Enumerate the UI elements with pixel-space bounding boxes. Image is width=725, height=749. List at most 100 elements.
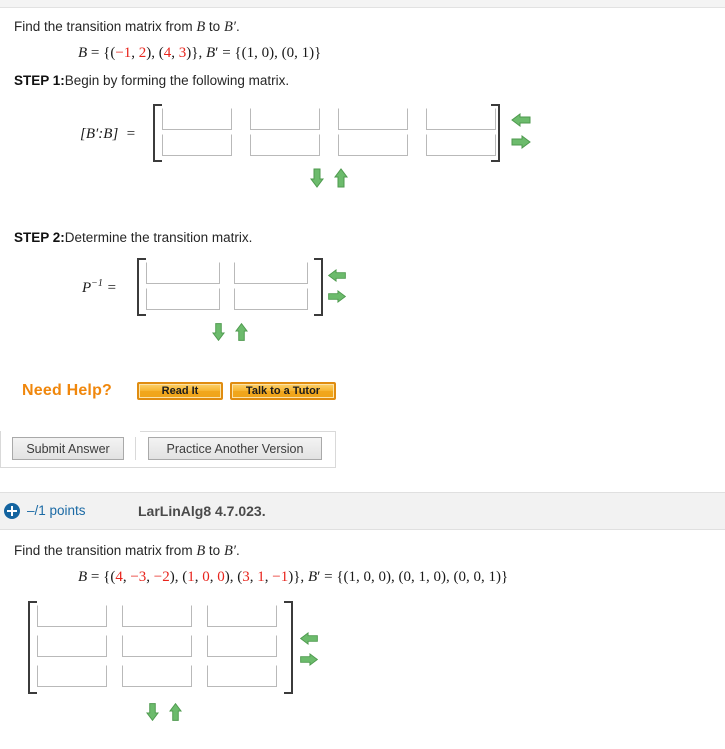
step2-text: Determine the transition matrix. (64, 230, 253, 245)
step2-label: STEP 2: (14, 230, 65, 245)
prompt-text-c: . (235, 543, 240, 558)
bp2-val-4: 1 (418, 569, 427, 585)
matrix-cell-r0-c2[interactable] (207, 605, 277, 627)
b2-val-4: 0 (202, 569, 210, 585)
matrix1-label: [B′:B] = (80, 126, 136, 142)
arrow-right-icon[interactable] (511, 135, 531, 149)
b2-val-5: 0 (217, 569, 225, 585)
matrix2-cell-grid[interactable] (146, 262, 322, 314)
problem2-basis-line: B = {(4, −3, −2), (1, 0, 0), (3, 1, −1)}… (78, 569, 509, 585)
step1-line: STEP 1:Begin by forming the following ma… (14, 72, 289, 90)
b2-val-7: 1 (257, 569, 265, 585)
prompt-text-b: to (205, 543, 224, 558)
matrix2-label: P−1 = (82, 278, 117, 297)
bp2-val-6: 0 (458, 569, 467, 585)
arrow-up-icon[interactable] (169, 702, 182, 722)
matrix1-left-bracket (153, 104, 162, 162)
matrix2-left-bracket (137, 258, 146, 316)
prompt-var-bprime: B′ (223, 19, 236, 35)
matrix-cell-r0-c3[interactable] (426, 108, 496, 130)
b1-val-3: 3 (178, 45, 187, 61)
bp2-val-1: 0 (363, 569, 372, 585)
actions-divider (135, 437, 136, 460)
bp1-val-0: 1 (246, 45, 255, 61)
b2-val-8: −1 (272, 569, 289, 585)
arrow-right-icon[interactable] (327, 290, 347, 303)
prompt-text-a: Find the transition matrix from (14, 19, 197, 34)
bp2-val-2: 0 (378, 569, 387, 585)
plus-circle-icon[interactable] (4, 503, 20, 519)
b2-val-6: 3 (242, 569, 250, 585)
read-it-label: Read It (161, 385, 199, 397)
b1-val-1: 2 (138, 45, 147, 61)
matrix-cell-r1-c2[interactable] (207, 635, 277, 657)
answer-actions-top-border (140, 431, 336, 432)
matrix-cell-r0-c0[interactable] (37, 605, 107, 627)
matrix-cell-r0-c0[interactable] (162, 108, 232, 130)
matrix3-column-controls[interactable] (299, 632, 319, 666)
step1-text: Begin by forming the following matrix. (64, 73, 290, 88)
matrix-cell-r0-c0[interactable] (146, 262, 220, 284)
matrix-cell-r1-c1[interactable] (122, 635, 192, 657)
matrix2-label-eq: = (106, 280, 117, 296)
matrix-cell-r0-c2[interactable] (338, 108, 408, 130)
problem1-basis-line: B = {(−1, 2), (4, 3)}, B′ = {(1, 0), (0,… (78, 45, 322, 61)
arrow-left-icon[interactable] (299, 632, 319, 645)
matrix1-row-controls[interactable] (310, 168, 348, 188)
matrix-cell-r1-c1[interactable] (250, 134, 320, 156)
arrow-down-icon[interactable] (212, 322, 225, 342)
bp2-val-0: 1 (348, 569, 357, 585)
bp1-val-1: 0 (261, 45, 270, 61)
matrix-cell-r2-c1[interactable] (122, 665, 192, 687)
matrix-cell-r1-c0[interactable] (162, 134, 232, 156)
matrix2-label-p: P (82, 280, 92, 296)
arrow-down-icon[interactable] (310, 168, 324, 188)
arrow-up-icon[interactable] (235, 322, 248, 342)
read-it-button[interactable]: Read It (137, 382, 223, 400)
matrix2-row-controls[interactable] (212, 322, 248, 342)
submit-answer-button[interactable]: Submit Answer (12, 437, 124, 460)
bp2-val-8: 1 (488, 569, 497, 585)
matrix1-column-controls[interactable] (511, 113, 531, 149)
matrix-cell-r1-c1[interactable] (234, 288, 308, 310)
matrix2-label-exp: −1 (91, 278, 103, 289)
matrix1-cell-grid[interactable] (162, 108, 514, 160)
matrix-cell-r0-c1[interactable] (234, 262, 308, 284)
step2-line: STEP 2:Determine the transition matrix. (14, 229, 252, 247)
arrow-left-icon[interactable] (511, 113, 531, 127)
prompt-var-bprime: B′ (223, 543, 236, 559)
arrow-left-icon[interactable] (327, 269, 347, 282)
submit-answer-label: Submit Answer (26, 441, 110, 456)
b1-val-2: 4 (163, 45, 172, 61)
arrow-down-icon[interactable] (146, 702, 159, 722)
matrix3-left-bracket (28, 601, 37, 694)
matrix-cell-r1-c0[interactable] (37, 635, 107, 657)
problem1-prompt: Find the transition matrix from B to B′. (14, 18, 240, 38)
arrow-up-icon[interactable] (334, 168, 348, 188)
bp1-val-2: 0 (286, 45, 295, 61)
b2-val-0: 4 (115, 569, 123, 585)
b2-val-1: −3 (130, 569, 147, 585)
talk-to-tutor-button[interactable]: Talk to a Tutor (230, 382, 336, 400)
practice-another-version-label: Practice Another Version (166, 441, 304, 456)
prompt-var-b: B (196, 19, 206, 35)
bp2-val-5: 0 (433, 569, 442, 585)
practice-another-version-button[interactable]: Practice Another Version (148, 437, 322, 460)
matrix-cell-r0-c1[interactable] (122, 605, 192, 627)
step1-label: STEP 1: (14, 73, 65, 88)
matrix-cell-r1-c0[interactable] (146, 288, 220, 310)
talk-to-tutor-label: Talk to a Tutor (245, 385, 321, 397)
matrix3-cell-grid[interactable] (37, 605, 292, 695)
matrix-cell-r1-c2[interactable] (338, 134, 408, 156)
bp2-val-3: 0 (403, 569, 412, 585)
matrix2-column-controls[interactable] (327, 269, 347, 303)
b1-val-0: −1 (115, 45, 132, 61)
matrix-cell-r2-c2[interactable] (207, 665, 277, 687)
matrix-cell-r2-c0[interactable] (37, 665, 107, 687)
matrix-cell-r1-c3[interactable] (426, 134, 496, 156)
matrix-cell-r0-c1[interactable] (250, 108, 320, 130)
bp1-val-3: 1 (301, 45, 310, 61)
prompt-var-b: B (196, 543, 206, 559)
matrix3-row-controls[interactable] (146, 702, 182, 722)
arrow-right-icon[interactable] (299, 653, 319, 666)
